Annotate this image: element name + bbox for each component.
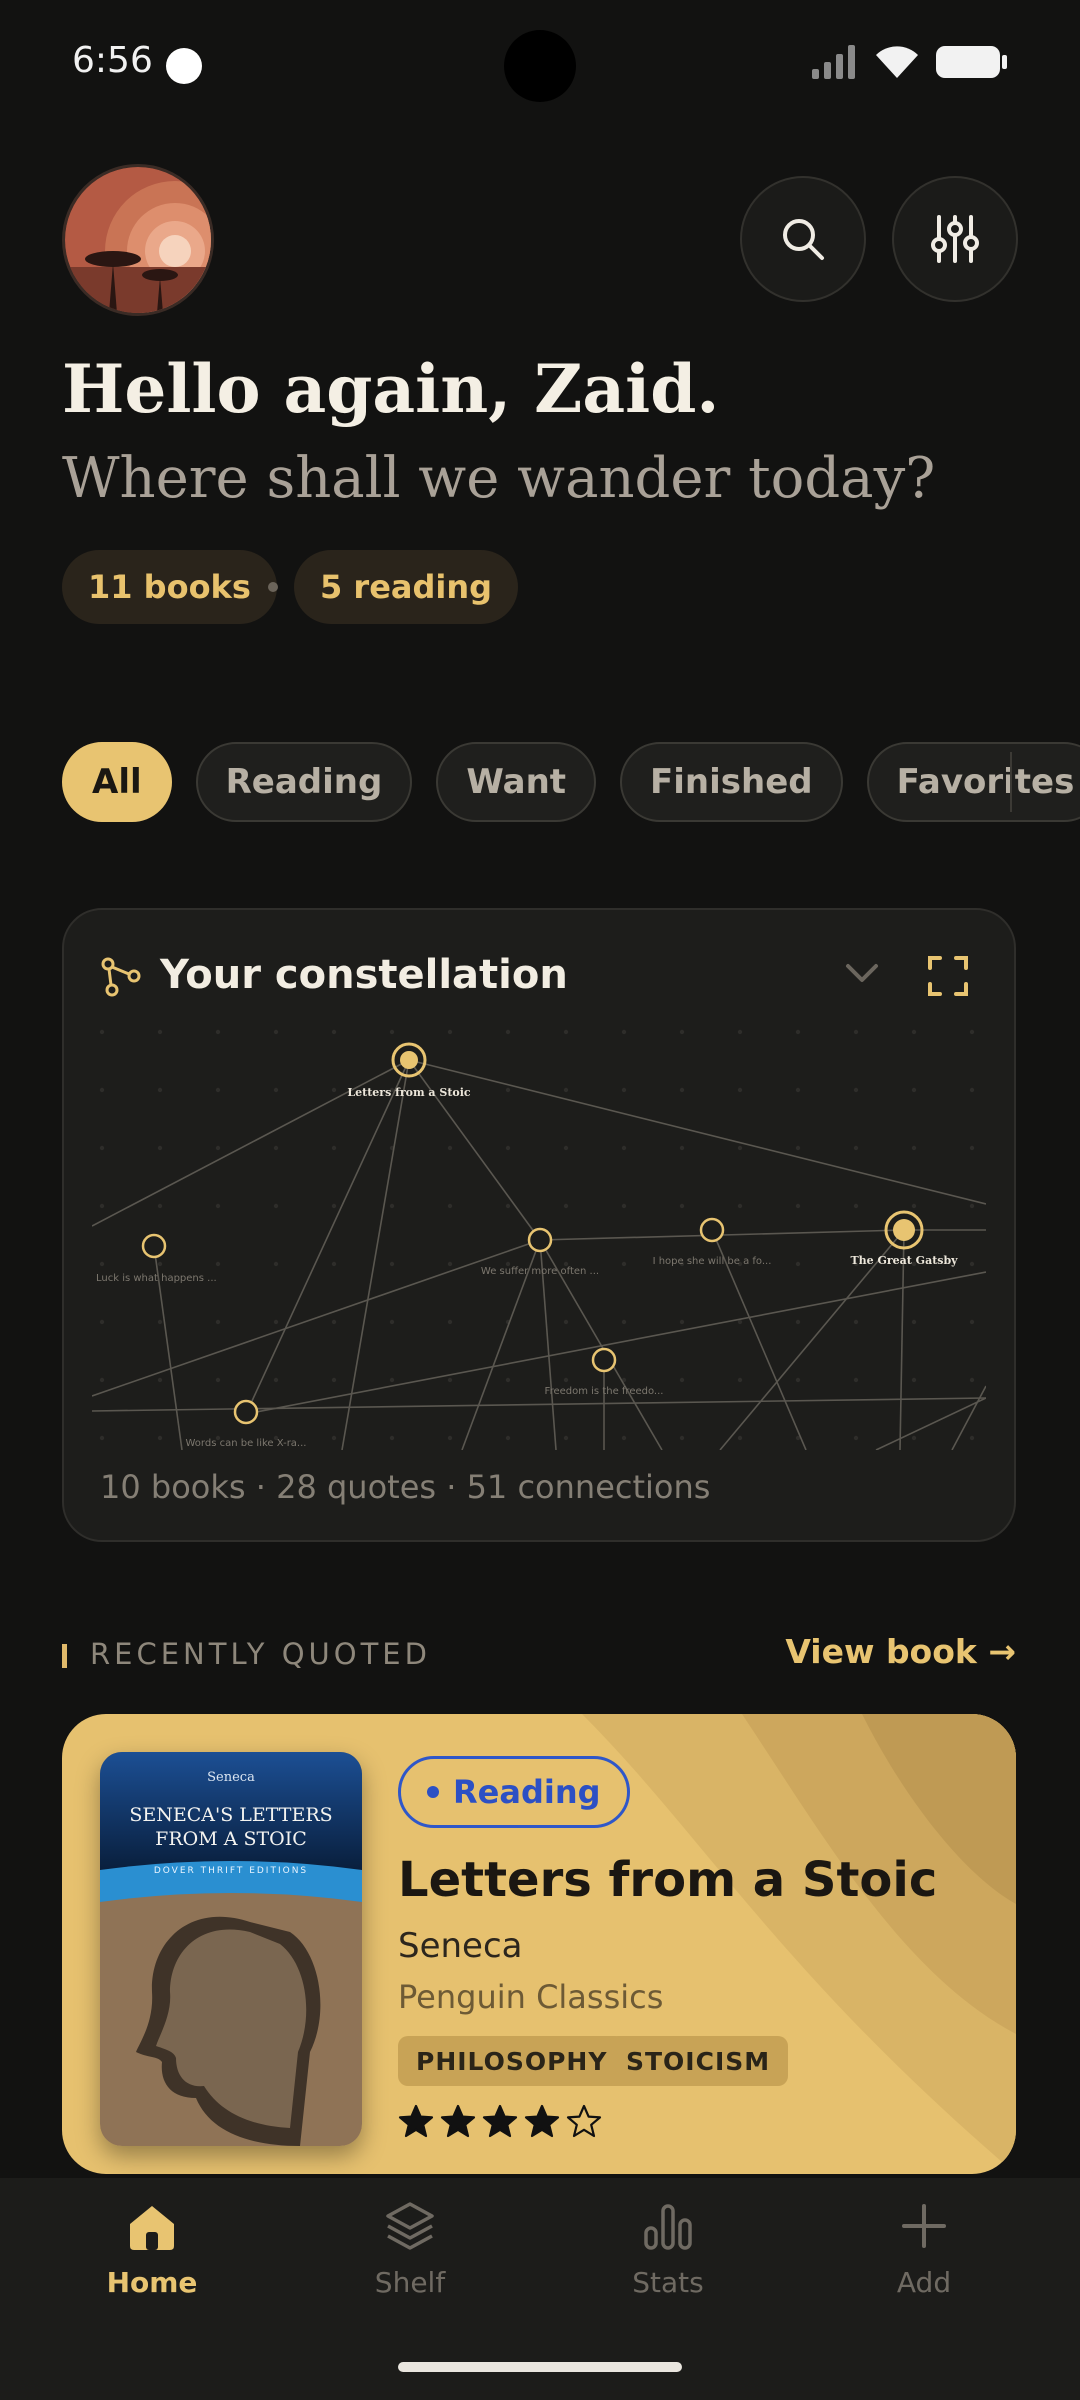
tab-finished[interactable]: Finished	[620, 742, 843, 822]
constellation-icon	[101, 957, 141, 997]
nav-shelf[interactable]: Shelf	[320, 2200, 500, 2299]
nav-stats[interactable]: Stats	[578, 2200, 758, 2299]
nav-shelf-label: Shelf	[374, 2266, 446, 2299]
chip-separator	[268, 582, 278, 592]
cover-title-line2: FROM A STOIC	[155, 1828, 307, 1850]
stats-icon	[644, 2204, 692, 2250]
node-label-great-gatsby: The Great Gatsby	[850, 1254, 958, 1267]
tab-favorites[interactable]: Favorites	[866, 742, 1080, 822]
avatar[interactable]	[62, 164, 214, 316]
tab-all[interactable]: All	[62, 742, 172, 822]
star-filled-icon	[524, 2104, 560, 2138]
filter-button[interactable]	[892, 176, 1018, 302]
reading-count-chip: 5 reading	[294, 550, 519, 624]
section-accent-bar	[62, 1644, 67, 1668]
star-empty-icon	[566, 2104, 602, 2138]
home-indicator[interactable]	[398, 2362, 682, 2372]
book-publisher: Penguin Classics	[398, 1978, 664, 2016]
cover-title-line1: SENECA'S LETTERS	[129, 1804, 333, 1826]
signal-icon	[812, 45, 855, 79]
nav-add-label: Add	[896, 2266, 952, 2299]
rating-stars	[398, 2104, 602, 2138]
sliders-icon	[931, 215, 979, 263]
status-time: 6:56	[72, 40, 153, 81]
node-label-luck: Luck is what happens ...	[96, 1273, 217, 1284]
search-button[interactable]	[740, 176, 866, 302]
books-count-chip: 11 books	[62, 550, 277, 624]
reading-status-label: Reading	[453, 1773, 601, 1811]
book-title: Letters from a Stoic	[398, 1852, 938, 1908]
node-label-we-suffer: We suffer more often ...	[481, 1266, 599, 1277]
nav-stats-label: Stats	[632, 2266, 704, 2299]
greeting-title: Hello again, Zaid.	[62, 350, 720, 428]
nav-add[interactable]: Add	[834, 2200, 1014, 2299]
node-label-letters-from-a-stoic: Letters from a Stoic	[347, 1086, 471, 1099]
plus-icon	[902, 2204, 946, 2248]
tag-stoicism: STOICISM	[608, 2036, 789, 2086]
star-filled-icon	[440, 2104, 476, 2138]
recently-quoted-label: RECENTLY QUOTED	[90, 1637, 431, 1671]
view-book-link[interactable]: View book →	[785, 1632, 1016, 1671]
camera-cutout	[504, 30, 576, 102]
search-icon	[783, 219, 824, 260]
battery-icon	[936, 46, 1007, 78]
reading-status-pill[interactable]: Reading	[398, 1756, 630, 1828]
status-icons	[812, 44, 1008, 80]
cover-edition: DOVER THRIFT EDITIONS	[153, 1866, 309, 1876]
notification-dot-icon	[166, 48, 202, 84]
book-author: Seneca	[398, 1926, 523, 1966]
node-label-freedom: Freedom is the freedo...	[545, 1386, 664, 1397]
star-filled-icon	[482, 2104, 518, 2138]
nav-home[interactable]: Home	[62, 2200, 242, 2299]
greeting-subtitle: Where shall we wander today?	[62, 446, 936, 511]
node-label-words: Words can be like X-ra...	[186, 1438, 307, 1449]
expand-icon[interactable]	[928, 956, 968, 996]
home-icon	[130, 2206, 174, 2250]
book-cover[interactable]: Seneca SENECA'S LETTERS FROM A STOIC DOV…	[100, 1752, 362, 2146]
nav-home-label: Home	[106, 2266, 198, 2299]
chevron-down-icon[interactable]	[844, 962, 880, 986]
constellation-graph[interactable]: Letters from a Stoic Luck is what happen…	[92, 1026, 986, 1450]
tab-reading[interactable]: Reading	[195, 742, 413, 822]
star-filled-icon	[398, 2104, 434, 2138]
tab-want[interactable]: Want	[436, 742, 597, 822]
status-dot-icon	[427, 1786, 439, 1798]
tabs-divider	[1010, 752, 1012, 812]
tag-philosophy: PHILOSOPHY	[398, 2036, 626, 2086]
constellation-title: Your constellation	[160, 952, 568, 998]
filter-tabs: All Reading Want Finished Favorites	[62, 742, 1080, 822]
wifi-icon	[876, 46, 918, 78]
layers-icon	[386, 2202, 434, 2250]
cover-author: Seneca	[207, 1770, 255, 1785]
constellation-stats: 10 books · 28 quotes · 51 connections	[100, 1468, 711, 1506]
node-label-i-hope: I hope she will be a fo...	[653, 1256, 772, 1267]
